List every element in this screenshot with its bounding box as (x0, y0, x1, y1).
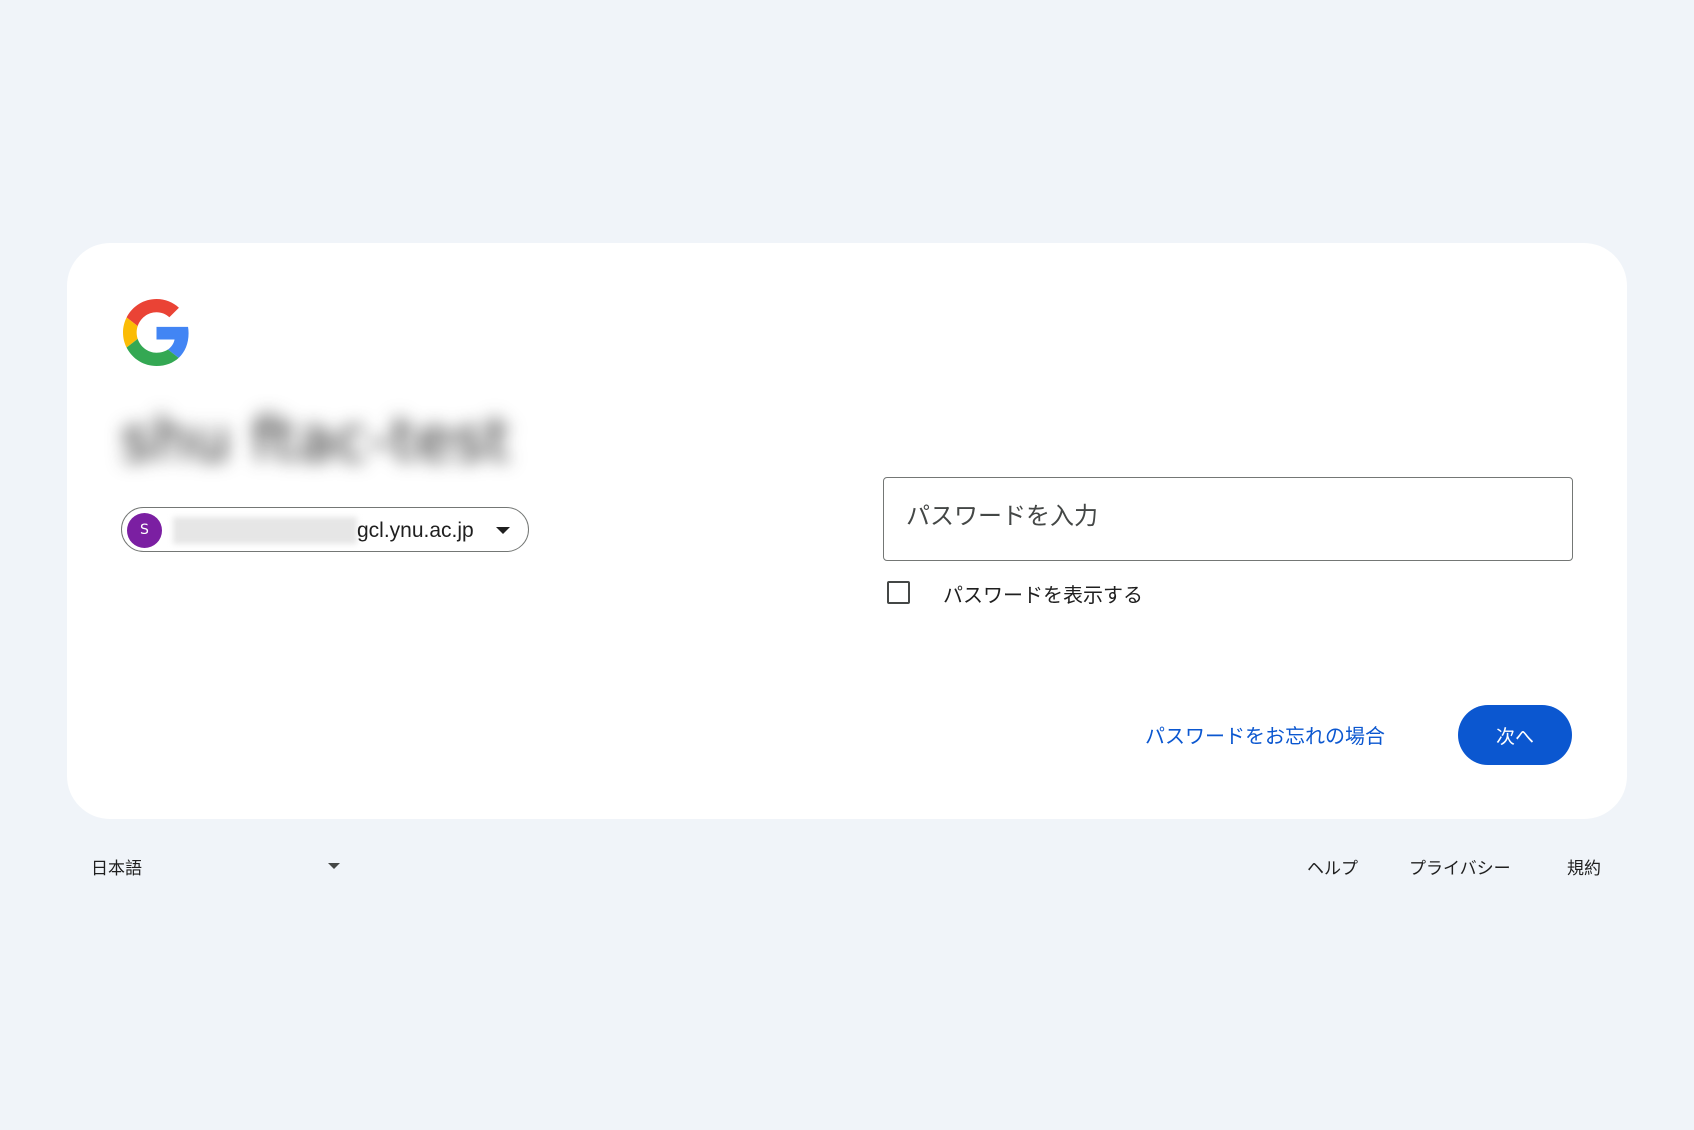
footer: 日本語 ヘルプ プライバシー 規約 (0, 848, 1694, 888)
email-domain: gcl.ynu.ac.jp (357, 519, 474, 542)
show-password-checkbox[interactable] (887, 581, 910, 604)
password-field[interactable] (883, 477, 1573, 561)
language-label: 日本語 (91, 859, 142, 879)
caret-down-icon (496, 527, 510, 534)
show-password-label[interactable]: パスワードを表示する (943, 579, 1143, 608)
account-chip[interactable]: S gcl.ynu.ac.jp (121, 507, 529, 552)
account-name-title: shu ftac-test (121, 405, 511, 475)
google-g-icon (123, 299, 189, 366)
language-select[interactable]: 日本語 (91, 848, 344, 884)
forgot-password-link[interactable]: パスワードをお忘れの場合 (1145, 720, 1385, 749)
signin-card: shu ftac-test S gcl.ynu.ac.jp パスワードを表示する… (67, 243, 1627, 819)
email-redacted-block (173, 517, 357, 544)
privacy-link[interactable]: プライバシー (1409, 854, 1511, 879)
password-input[interactable] (906, 478, 1546, 560)
next-button[interactable]: 次へ (1458, 705, 1572, 765)
avatar: S (127, 513, 162, 548)
terms-link[interactable]: 規約 (1567, 854, 1601, 879)
caret-down-icon (328, 863, 340, 869)
help-link[interactable]: ヘルプ (1307, 854, 1358, 879)
